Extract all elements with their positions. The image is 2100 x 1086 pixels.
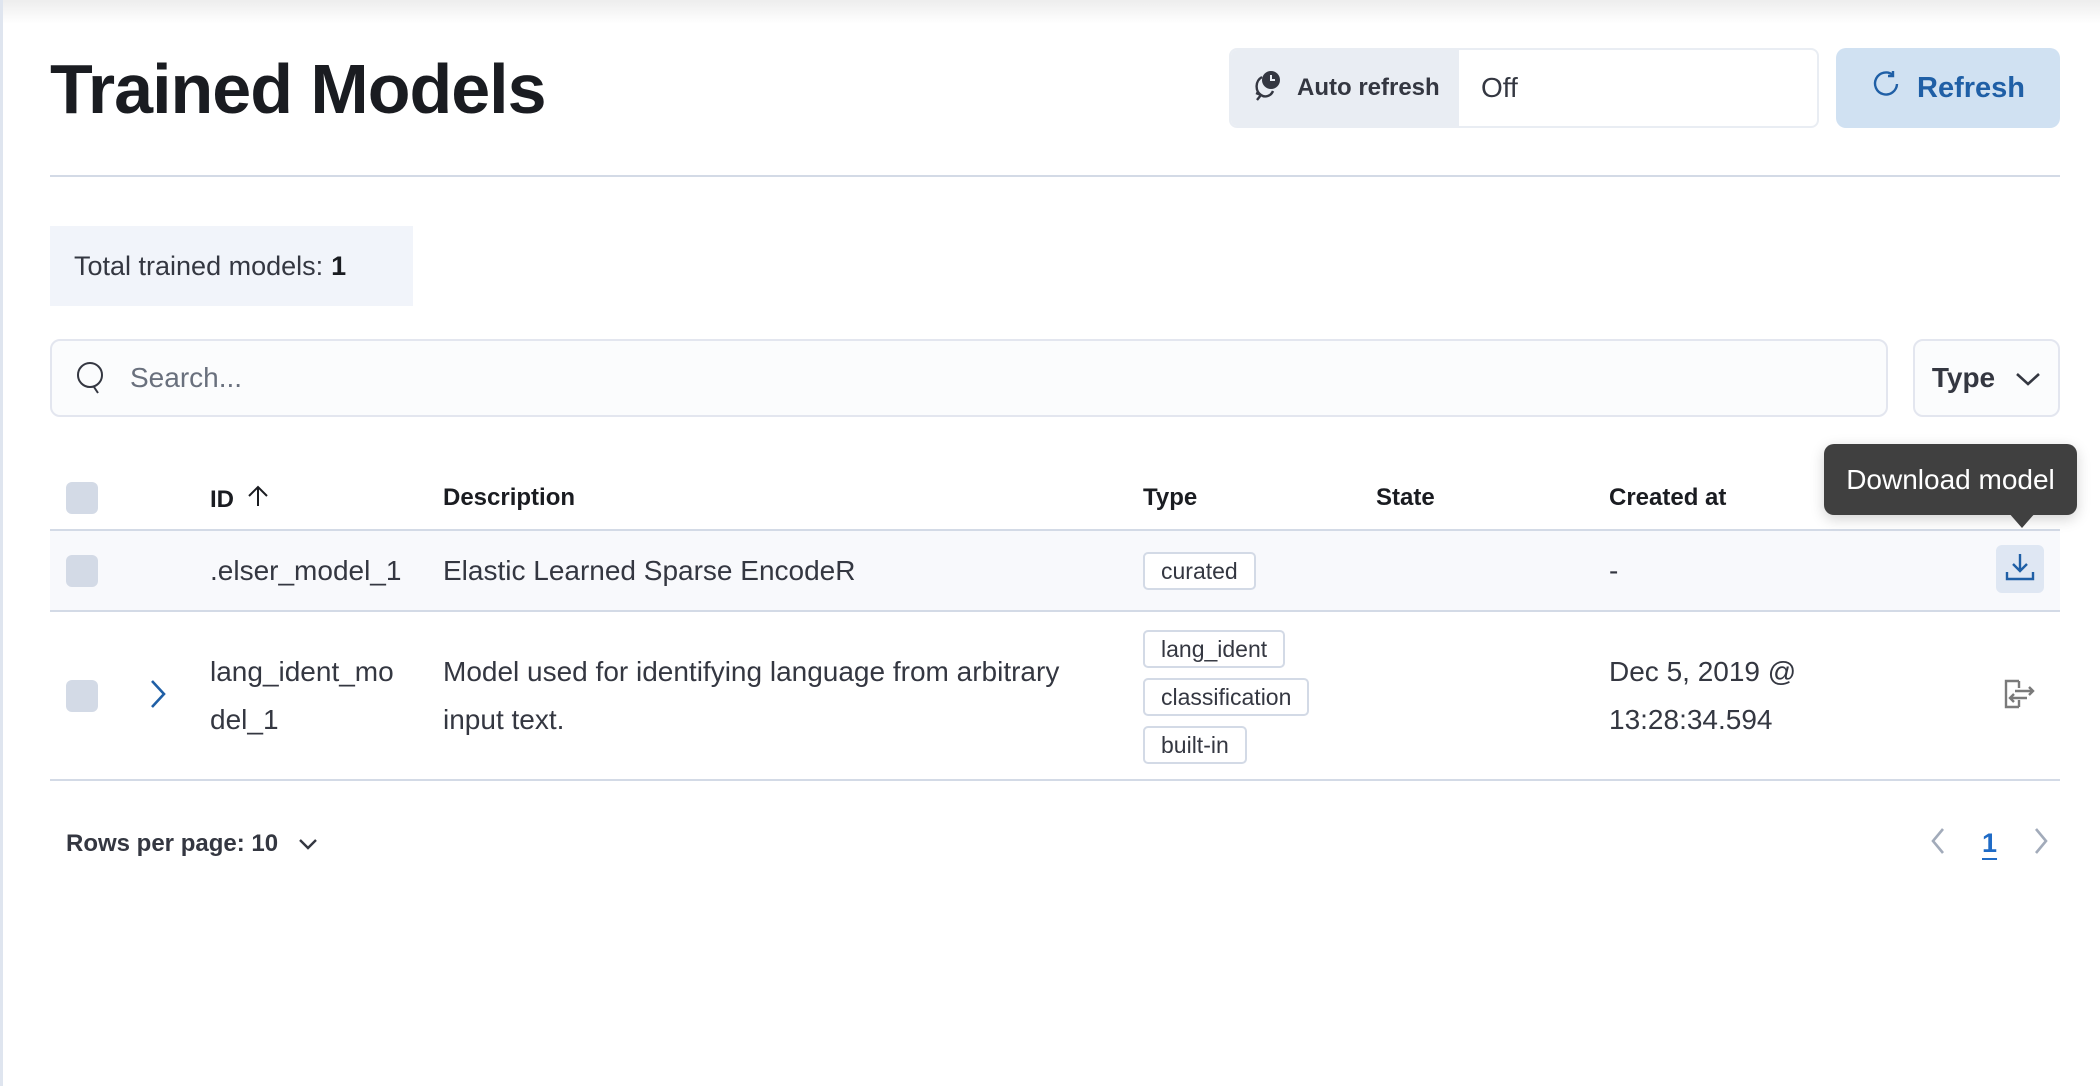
model-description: Elastic Learned Sparse EncodeR xyxy=(443,555,856,586)
sort-ascending-icon xyxy=(246,484,270,515)
model-type-badges: curated xyxy=(1143,552,1256,590)
chevron-down-icon xyxy=(2015,362,2041,394)
refresh-button[interactable]: Refresh xyxy=(1836,48,2060,128)
expand-row-button[interactable] xyxy=(142,674,174,718)
left-border xyxy=(0,0,3,1086)
type-badge: classification xyxy=(1143,678,1310,716)
column-header-type[interactable]: Type xyxy=(1143,484,1197,512)
page-number-current[interactable]: 1 xyxy=(1982,828,1997,859)
column-header-created-at[interactable]: Created at xyxy=(1609,484,1726,512)
rows-per-page-label: Rows per page: 10 xyxy=(66,830,279,857)
column-header-id[interactable]: ID xyxy=(210,484,270,515)
type-filter-button[interactable]: Type xyxy=(1913,339,2060,417)
model-description: Model used for identifying language from… xyxy=(443,656,1060,735)
search-icon xyxy=(74,360,110,396)
model-id: .elser_model_1 xyxy=(210,555,402,586)
deploy-model-button[interactable] xyxy=(1996,672,2044,720)
rows-per-page-button[interactable]: Rows per page: 10 xyxy=(66,830,318,858)
column-header-description[interactable]: Description xyxy=(443,484,575,512)
auto-refresh-label: Auto refresh xyxy=(1297,74,1440,101)
refresh-icon xyxy=(1871,69,1901,107)
type-badge: curated xyxy=(1143,552,1256,590)
download-model-tooltip: Download model xyxy=(1824,444,2077,515)
download-model-button[interactable] xyxy=(1996,545,2044,593)
header-divider xyxy=(50,175,2060,177)
top-shadow xyxy=(0,0,2100,24)
column-header-state[interactable]: State xyxy=(1376,484,1435,512)
row-checkbox[interactable] xyxy=(66,680,98,712)
tooltip-arrow xyxy=(2008,512,2036,528)
deploy-icon xyxy=(2003,678,2037,715)
total-models-label: Total trained models: xyxy=(74,250,324,281)
model-type-badges: lang_ident classification built-in xyxy=(1143,630,1310,764)
row-checkbox[interactable] xyxy=(66,555,98,587)
table-header: ID Description Type State Created at xyxy=(50,460,2060,531)
auto-refresh-icon xyxy=(1251,69,1283,108)
table-row[interactable]: .elser_model_1 Elastic Learned Sparse En… xyxy=(50,531,2060,612)
pagination: 1 xyxy=(1930,826,2049,861)
type-filter-label: Type xyxy=(1931,362,1996,393)
select-all-checkbox[interactable] xyxy=(66,482,98,514)
download-icon xyxy=(2004,551,2036,588)
search-bar[interactable] xyxy=(50,339,1888,417)
models-table: ID Description Type State Created at .el… xyxy=(50,460,2060,781)
model-created-at: Dec 5, 2019 @ 13:28:34.594 xyxy=(1609,656,1797,735)
model-id: lang_ident_mo del_1 xyxy=(210,656,394,735)
type-badge: built-in xyxy=(1143,726,1247,764)
auto-refresh-picker[interactable]: Auto refresh Off xyxy=(1229,48,1819,128)
search-input[interactable] xyxy=(110,341,1886,415)
total-models-count: 1 xyxy=(331,250,347,281)
auto-refresh-value[interactable]: Off xyxy=(1459,50,1817,126)
chevron-down-icon xyxy=(298,830,318,858)
type-badge: lang_ident xyxy=(1143,630,1286,668)
auto-refresh-prepend[interactable]: Auto refresh xyxy=(1231,50,1459,126)
total-models-badge: Total trained models: 1 xyxy=(50,226,413,306)
model-created-at: - xyxy=(1609,555,1619,586)
table-row[interactable]: lang_ident_mo del_1 Model used for ident… xyxy=(50,612,2060,781)
chevron-right-icon xyxy=(149,679,167,714)
previous-page-button[interactable] xyxy=(1930,826,1946,861)
refresh-label: Refresh xyxy=(1917,71,2025,104)
page-title: Trained Models xyxy=(50,50,547,128)
next-page-button[interactable] xyxy=(2033,826,2049,861)
